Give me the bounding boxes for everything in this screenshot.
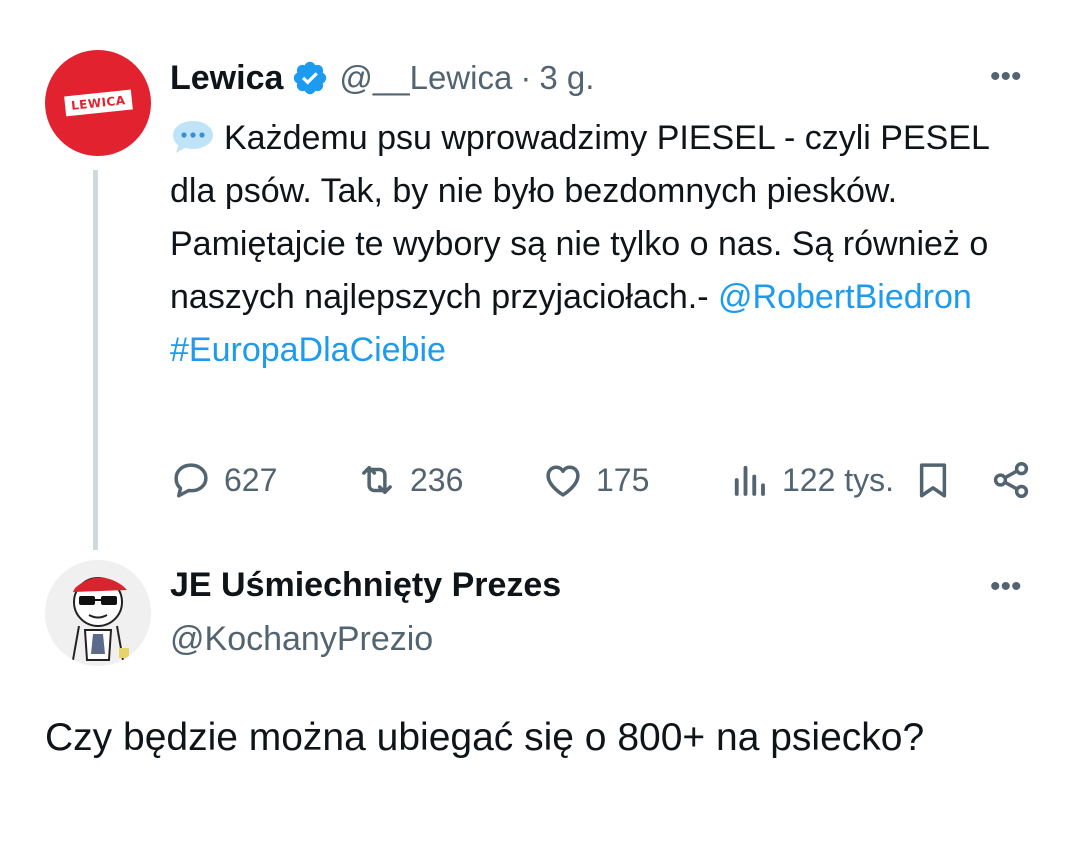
mention-link[interactable]: @RobertBiedron [718, 278, 972, 316]
reply-count: 627 [224, 461, 278, 498]
more-options-icon[interactable]: ••• [990, 60, 1022, 94]
like-icon [546, 465, 580, 497]
hashtag-link[interactable]: #EuropaDlaCiebie [170, 331, 446, 369]
bookmark-button[interactable] [912, 452, 966, 508]
reply-button[interactable]: 627 [170, 452, 277, 508]
avatar-image [45, 560, 151, 666]
views-icon [734, 465, 765, 496]
repost-button[interactable]: 236 [356, 452, 463, 508]
reply-more-options-icon[interactable]: ••• [990, 570, 1022, 604]
views-button[interactable]: 122 tys. [728, 452, 894, 508]
reply-author-handle[interactable]: @KochanyPrezio [170, 620, 433, 659]
share-icon [993, 461, 1029, 499]
avatar-kochanyprezio[interactable] [45, 560, 151, 666]
like-count: 175 [596, 461, 650, 498]
reply-icon [174, 463, 208, 498]
tweet-time[interactable]: 3 g. [539, 59, 594, 97]
repost-count: 236 [410, 461, 464, 498]
reply-text: Czy będzie można ubiegać się o 800+ na p… [45, 716, 925, 759]
like-button[interactable]: 175 [542, 452, 649, 508]
lewica-logo: LEWICA [63, 89, 133, 117]
repost-icon [362, 466, 392, 494]
avatar-lewica[interactable]: LEWICA [45, 50, 151, 156]
bookmark-icon [919, 463, 947, 498]
tweet-actions: 627 236 175 122 tys. [170, 452, 1040, 508]
thread-line [93, 170, 98, 550]
author-name[interactable]: Lewica [170, 59, 283, 98]
share-button[interactable] [990, 452, 1044, 508]
tweet-header: Lewica @__Lewica · 3 g. [170, 56, 594, 100]
reply-author-name[interactable]: JE Uśmiechnięty Prezes [170, 566, 561, 605]
author-handle[interactable]: @__Lewica [339, 59, 512, 97]
speech-bubble-icon [173, 121, 213, 153]
separator-dot: · [520, 59, 532, 96]
tweet-text: Każdemu psu wprowadzimy PIESEL - czyli P… [170, 112, 1000, 377]
views-count: 122 tys. [782, 461, 895, 498]
verified-badge-icon [294, 61, 327, 95]
